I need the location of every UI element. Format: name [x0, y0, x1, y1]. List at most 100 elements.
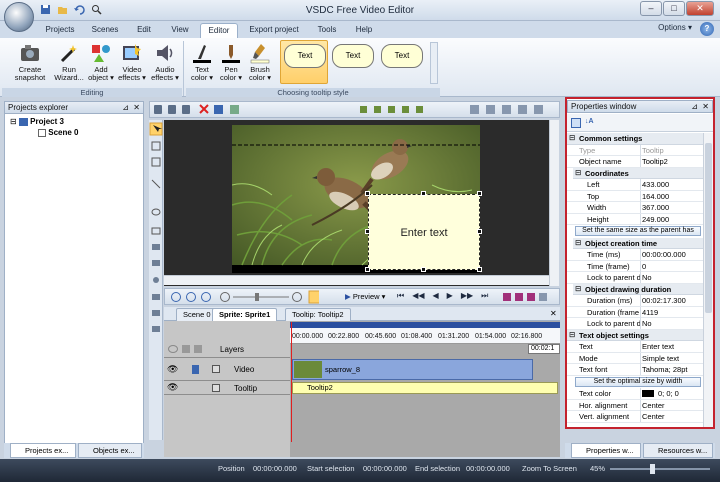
prop-vert-alignment[interactable]: Vert. alignment Center	[567, 411, 703, 423]
categorized-icon[interactable]	[571, 118, 581, 128]
close-icon[interactable]: ✕	[133, 102, 140, 114]
prop-height[interactable]: Height 249.000	[567, 213, 703, 225]
prop-lock-to-parent[interactable]: Lock to parent d No	[567, 272, 703, 284]
tab-sprite1[interactable]: Sprite: Sprite1	[212, 308, 278, 321]
resize-handle[interactable]	[477, 191, 482, 196]
prop-top[interactable]: Top 164.000	[567, 190, 703, 202]
tooltip-style-2[interactable]: Text	[332, 44, 374, 68]
tooltip-style-1[interactable]: Text	[284, 44, 326, 68]
tab-projects-explorer[interactable]: Projects ex...	[10, 443, 76, 458]
rewind-icon[interactable]: ◀◀	[412, 291, 424, 301]
track-video-header[interactable]: 👁 Video	[164, 359, 290, 381]
close-icon[interactable]: ✕	[550, 309, 557, 318]
timeline-edit-icons[interactable]	[501, 291, 559, 303]
prop-left[interactable]: Left 433.000	[567, 179, 703, 191]
eye-icon[interactable]: 👁	[167, 382, 178, 393]
prop-width[interactable]: Width 367.000	[567, 202, 703, 214]
work-area-bar[interactable]	[290, 322, 560, 328]
audio-effects-button[interactable]: Audio effects ▾	[150, 42, 180, 82]
resize-handle[interactable]	[365, 229, 370, 234]
tab-help[interactable]: Help	[350, 23, 378, 38]
prop-duration-frame[interactable]: Duration (frame 4119	[567, 306, 703, 318]
resize-handle[interactable]	[477, 229, 482, 234]
help-icon[interactable]: ?	[700, 22, 714, 36]
tab-objects-explorer[interactable]: Objects ex...	[78, 443, 142, 458]
text-color-button[interactable]: Text color ▾	[188, 42, 216, 82]
properties-scrollbar[interactable]	[703, 133, 713, 427]
pin-icon[interactable]: ⊿	[122, 102, 129, 114]
resize-handle[interactable]	[365, 191, 370, 196]
tab-scenes[interactable]: Scenes	[86, 23, 124, 38]
end-marker[interactable]: 00:02:1	[528, 344, 560, 354]
zoom-slider[interactable]	[610, 468, 710, 470]
pin-icon[interactable]: ⊿	[691, 101, 698, 113]
canvas-vertical-scrollbar[interactable]	[549, 120, 559, 286]
section-common-settings[interactable]: ⊟ Common settings	[567, 133, 703, 145]
resize-handle[interactable]	[365, 267, 370, 272]
prop-time-frame[interactable]: Time (frame) 0	[567, 260, 703, 272]
tab-tools[interactable]: Tools	[310, 23, 344, 38]
clip-tooltip[interactable]: Tooltip2	[292, 382, 558, 394]
tab-export-project[interactable]: Export project	[244, 23, 304, 38]
tab-projects[interactable]: Projects	[40, 23, 80, 38]
options-menu[interactable]: Options ▾	[658, 23, 692, 32]
section-object-creation-time[interactable]: ⊟ Object creation time	[573, 237, 703, 249]
go-start-icon[interactable]: ⏮	[397, 291, 404, 301]
eye-icon[interactable]	[168, 345, 178, 353]
video-effects-button[interactable]: Video effects ▾	[117, 42, 147, 82]
tab-properties-window[interactable]: Properties w...	[571, 443, 641, 458]
tab-editor[interactable]: Editor	[200, 23, 238, 38]
canvas-horizontal-scrollbar[interactable]	[164, 275, 549, 285]
prop-mode[interactable]: Mode Simple text	[567, 352, 703, 364]
eye-icon[interactable]: 👁	[167, 364, 178, 375]
prop-text-color[interactable]: Text color 0; 0; 0	[567, 388, 703, 400]
preview-button[interactable]: ▶ Preview ▾	[345, 292, 385, 301]
section-text-object-settings[interactable]: ⊟ Text object settings	[567, 329, 703, 341]
tooltip-object[interactable]: Enter text	[368, 194, 480, 270]
prop-text[interactable]: Text Enter text	[567, 341, 703, 353]
tab-edit[interactable]: Edit	[130, 23, 158, 38]
prop-lock-to-parent-duration[interactable]: Lock to parent d No	[567, 318, 703, 330]
add-object-button[interactable]: Add object ▾	[88, 42, 114, 82]
go-end-icon[interactable]: ⏭	[481, 291, 488, 301]
maximize-button[interactable]: □	[663, 1, 685, 16]
prop-duration-ms[interactable]: Duration (ms) 00:02:17.300	[567, 295, 703, 307]
editor-toolbar-icons[interactable]	[150, 102, 561, 117]
resize-handle[interactable]	[421, 191, 426, 196]
collapse-toggle-icon[interactable]: ⊟	[10, 117, 17, 126]
section-object-drawing-duration[interactable]: ⊟ Object drawing duration	[573, 283, 703, 295]
section-coordinates[interactable]: ⊟ Coordinates	[573, 167, 703, 179]
play-icon[interactable]: ▶	[447, 291, 453, 301]
color-swatch[interactable]	[642, 390, 654, 397]
prop-text-font[interactable]: Text font Tahoma; 28pt	[567, 364, 703, 376]
step-back-icon[interactable]: ◀	[433, 291, 439, 301]
same-size-as-parent-button[interactable]: Set the same size as the parent has	[575, 226, 701, 236]
brush-color-button[interactable]: Brush color ▾	[246, 42, 274, 82]
optimal-size-by-width-button[interactable]: Set the optimal size by width	[575, 376, 701, 387]
drawing-tools-icons[interactable]	[149, 120, 163, 440]
prop-hor-alignment[interactable]: Hor. alignment Center	[567, 399, 703, 411]
clip-video[interactable]: sparrow_8	[292, 359, 533, 380]
zoom-slider-thumb[interactable]	[650, 464, 655, 474]
tooltip-style-3[interactable]: Text	[381, 44, 423, 68]
track-tooltip-header[interactable]: 👁 Tooltip	[164, 382, 290, 395]
prop-time-ms[interactable]: Time (ms) 00:00:00.000	[567, 249, 703, 261]
zoom-controls[interactable]	[169, 290, 319, 304]
expand-toggle-icon[interactable]	[212, 365, 220, 373]
close-icon[interactable]: ✕	[702, 101, 709, 113]
create-snapshot-button[interactable]: Create snapshot	[10, 42, 50, 82]
prop-object-name[interactable]: Object name Tooltip2	[567, 156, 703, 168]
zoom-to-screen-button[interactable]: Zoom To Screen	[522, 464, 577, 473]
tree-item-scene[interactable]: Scene 0	[38, 128, 78, 138]
tab-view[interactable]: View	[164, 23, 196, 38]
resize-handle[interactable]	[421, 267, 426, 272]
fast-forward-icon[interactable]: ▶▶	[461, 291, 473, 301]
style-gallery-scroll[interactable]	[430, 42, 438, 84]
tab-resources-window[interactable]: Resources w...	[643, 443, 713, 458]
lock-icon[interactable]	[182, 345, 190, 353]
close-button[interactable]: ✕	[686, 1, 714, 16]
tab-tooltip2[interactable]: Tooltip: Tooltip2	[285, 308, 351, 321]
scrollbar-thumb[interactable]	[705, 143, 712, 313]
time-ruler[interactable]: 00:00.000 00:22.800 00:45.600 01:08.400 …	[290, 322, 560, 344]
app-menu-button[interactable]	[4, 2, 34, 32]
